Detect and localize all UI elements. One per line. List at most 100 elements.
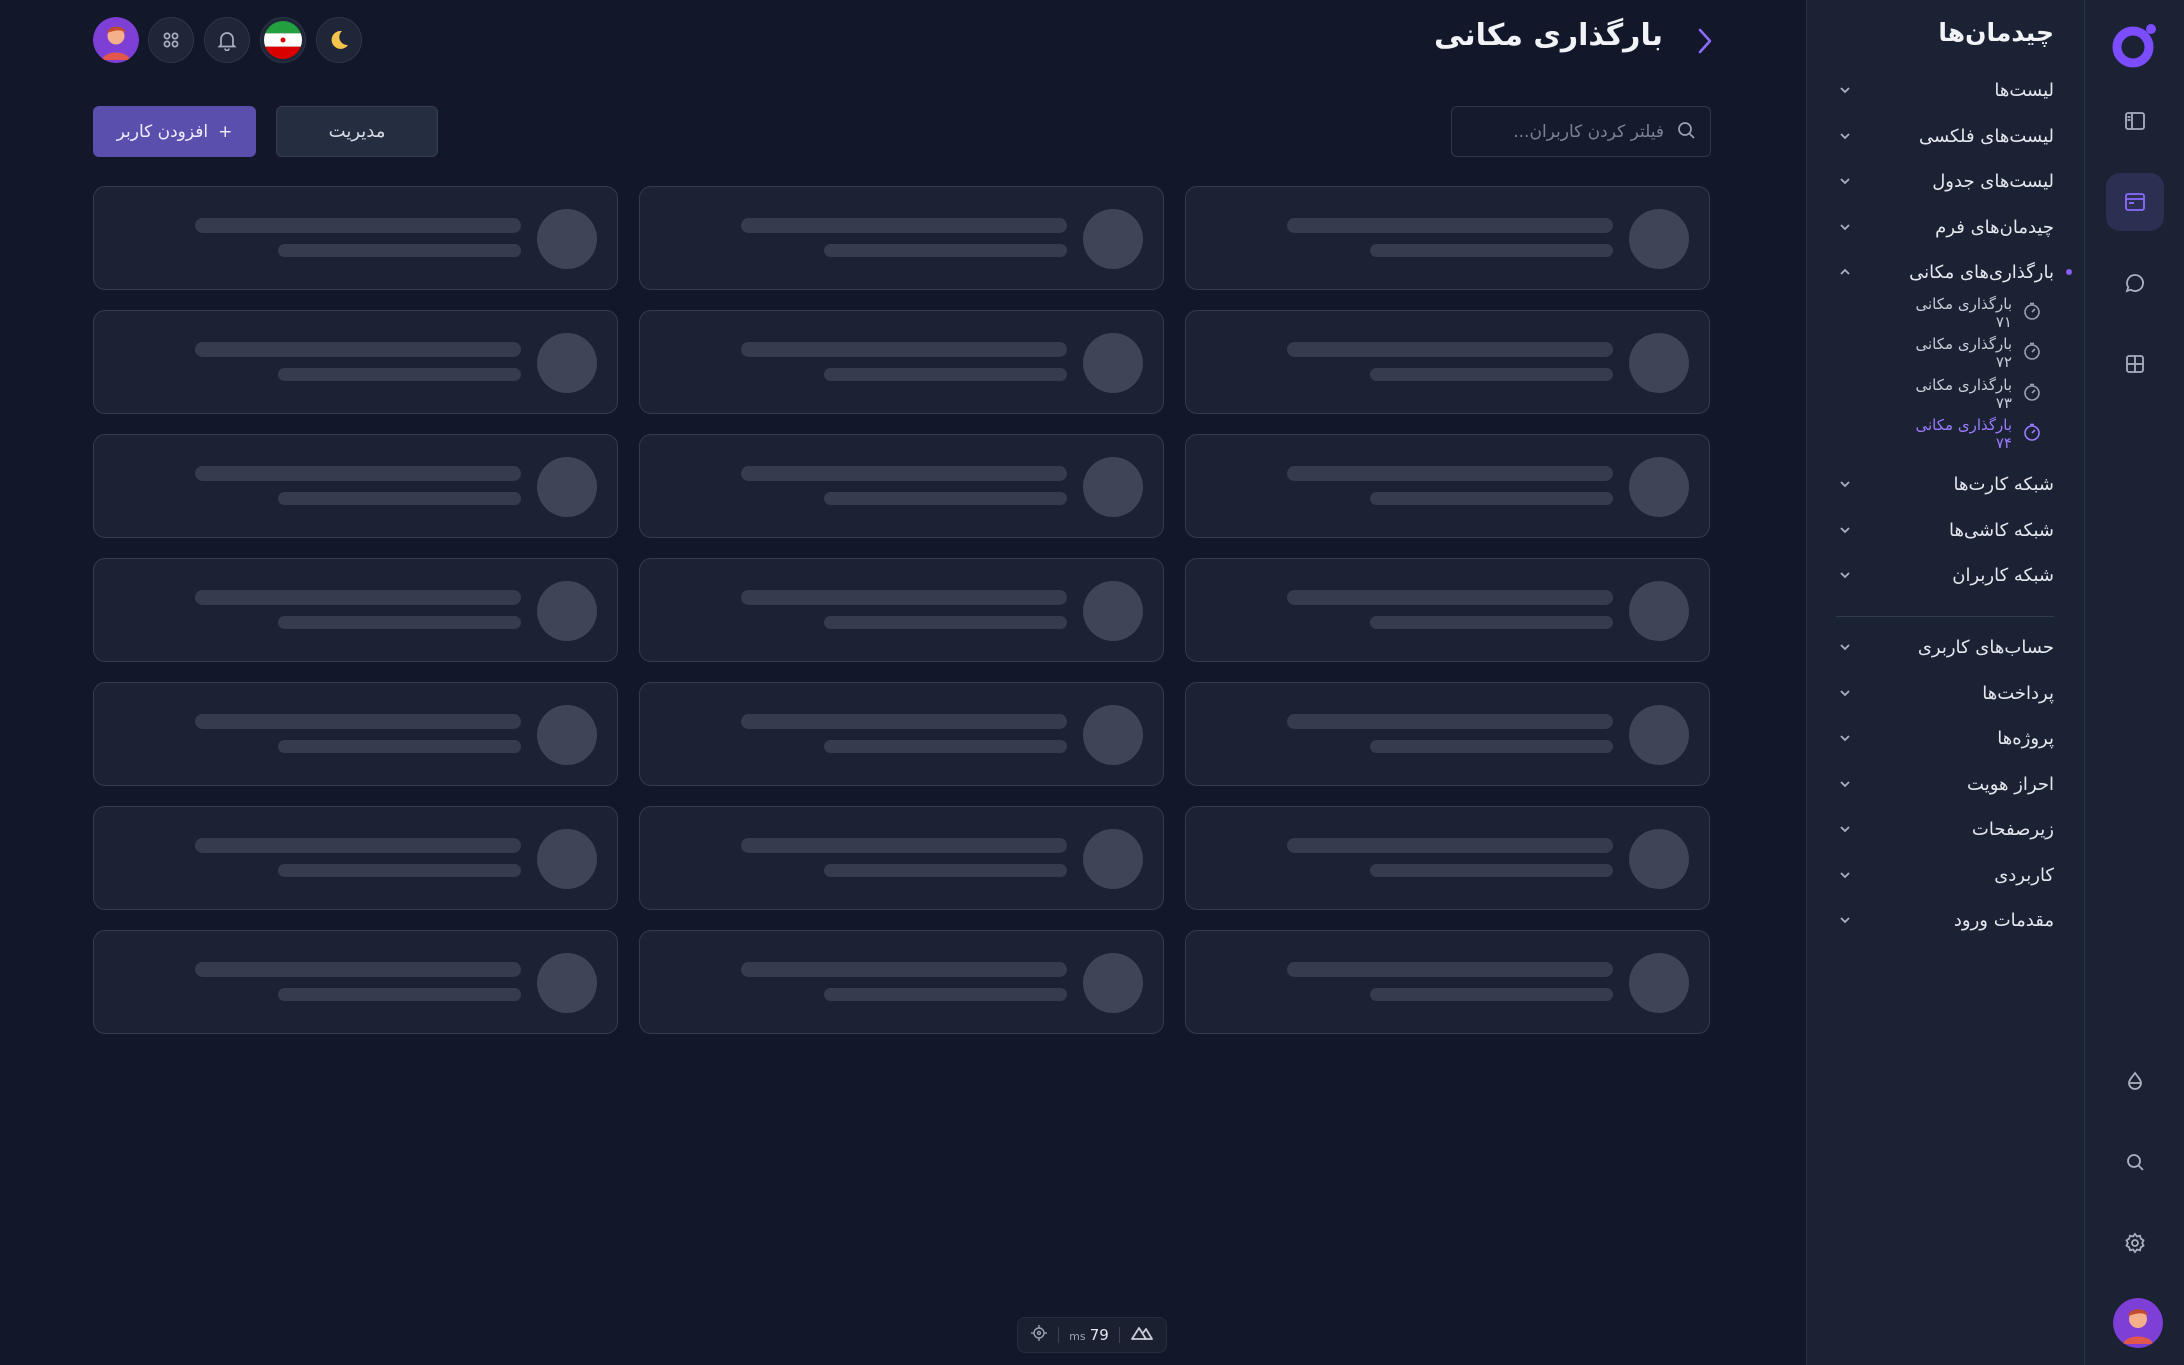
- sidebar-icon[interactable]: [2106, 92, 2164, 150]
- manage-button[interactable]: مدیریت: [276, 106, 438, 157]
- timer-icon: [2022, 382, 2042, 406]
- avatar-placeholder: [1629, 829, 1689, 889]
- name-placeholder: [1287, 466, 1613, 481]
- user-avatar[interactable]: [2113, 1298, 2163, 1348]
- subtitle-placeholder: [278, 244, 521, 257]
- grid-icon[interactable]: [2106, 335, 2164, 393]
- chevron-down-icon: [1836, 81, 1854, 99]
- menu-item-placeloads[interactable]: بارگذاری‌های مکانی: [1836, 252, 2072, 292]
- name-placeholder: [1287, 590, 1613, 605]
- bell-icon[interactable]: [204, 17, 250, 63]
- user-card-skeleton: [93, 806, 618, 910]
- back-chevron-icon[interactable]: [1694, 24, 1716, 58]
- menu-item-label: چیدمان‌های فرم: [1935, 216, 2054, 238]
- user-grid: [93, 186, 1711, 1034]
- subtitle-placeholder: [1370, 740, 1613, 753]
- avatar-placeholder: [1629, 953, 1689, 1013]
- menu-item-subpages[interactable]: زیرصفحات: [1836, 809, 2054, 849]
- search-icon[interactable]: [2106, 1133, 2164, 1191]
- menu-item-accounts[interactable]: حساب‌های کاربری: [1836, 627, 2054, 667]
- menu-item-lists[interactable]: لیست‌ها: [1836, 70, 2054, 110]
- name-placeholder: [195, 962, 521, 977]
- submenu-item-placeload-1[interactable]: بارگذاری مکانی ۷۱: [1902, 295, 2042, 331]
- chevron-down-icon: [1836, 775, 1854, 793]
- menu-item-utility[interactable]: کاربردی: [1836, 855, 2054, 895]
- name-placeholder: [195, 714, 521, 729]
- subtitle-placeholder: [1370, 988, 1613, 1001]
- menu-item-auth[interactable]: احراز هویت: [1836, 764, 2054, 804]
- menu-divider: [1836, 616, 2054, 617]
- user-card-skeleton: [93, 434, 618, 538]
- crosshair-icon[interactable]: [1030, 1324, 1048, 1346]
- menu-item-label: زیرصفحات: [1971, 818, 2054, 840]
- user-card-skeleton: [1185, 930, 1710, 1034]
- layout-icon[interactable]: [2106, 173, 2164, 231]
- user-card-skeleton: [639, 806, 1164, 910]
- menu-item-onboarding[interactable]: مقدمات ورود: [1836, 900, 2054, 940]
- menu-item-label: کاربردی: [1994, 864, 2054, 886]
- timer-icon: [2022, 341, 2042, 365]
- menu-item-card-grid[interactable]: شبکه کارت‌ها: [1836, 464, 2054, 504]
- menu-item-table-lists[interactable]: لیست‌های جدول: [1836, 161, 2054, 201]
- name-placeholder: [195, 838, 521, 853]
- moon-icon[interactable]: [316, 17, 362, 63]
- avatar-placeholder: [1083, 457, 1143, 517]
- drop-icon[interactable]: [2106, 1052, 2164, 1110]
- iran-flag-icon[interactable]: [260, 17, 306, 63]
- avatar-placeholder: [537, 581, 597, 641]
- menu-item-label: لیست‌ها: [1994, 79, 2054, 101]
- subtitle-placeholder: [278, 616, 521, 629]
- menu-item-label: شبکه کاربران: [1952, 564, 2054, 586]
- menu-item-label: حساب‌های کاربری: [1917, 636, 2054, 658]
- apps-grid-icon[interactable]: [148, 17, 194, 63]
- divider: [1058, 1327, 1060, 1343]
- layouts-menu: چیدمان‌ها لیست‌ها لیست‌های فلکسی لیست‌ها…: [1806, 0, 2084, 1365]
- submenu-label: بارگذاری مکانی ۷۲: [1915, 335, 2013, 371]
- search-input[interactable]: [1484, 121, 1664, 142]
- avatar-placeholder: [1629, 209, 1689, 269]
- chevron-down-icon: [1836, 820, 1854, 838]
- name-placeholder: [195, 342, 521, 357]
- add-user-button[interactable]: + افزودن کاربر: [93, 106, 256, 157]
- perf-badge[interactable]: ms 79: [1017, 1317, 1167, 1353]
- submenu-item-placeload-2[interactable]: بارگذاری مکانی ۷۲: [1902, 335, 2042, 371]
- logo-icon[interactable]: [2109, 19, 2161, 71]
- menu-item-label: لیست‌های جدول: [1932, 170, 2054, 192]
- chevron-down-icon: [1836, 911, 1854, 929]
- name-placeholder: [741, 962, 1067, 977]
- user-card-skeleton: [1185, 434, 1710, 538]
- app-root: چیدمان‌ها لیست‌ها لیست‌های فلکسی لیست‌ها…: [0, 0, 2184, 1365]
- menu-item-tile-grid[interactable]: شبکه کاشی‌ها: [1836, 510, 2054, 550]
- submenu-item-placeload-4[interactable]: بارگذاری مکانی ۷۴: [1902, 416, 2042, 452]
- menu-item-user-grid[interactable]: شبکه کاربران: [1836, 555, 2054, 595]
- user-card-skeleton: [1185, 310, 1710, 414]
- chevron-down-icon: [1836, 127, 1854, 145]
- user-card-skeleton: [93, 186, 618, 290]
- avatar-placeholder: [1083, 581, 1143, 641]
- subtitle-placeholder: [278, 492, 521, 505]
- user-card-skeleton: [93, 930, 618, 1034]
- user-card-skeleton: [1185, 682, 1710, 786]
- chevron-down-icon: [1836, 218, 1854, 236]
- menu-item-projects[interactable]: پروژه‌ها: [1836, 718, 2054, 758]
- menu-item-form-layouts[interactable]: چیدمان‌های فرم: [1836, 207, 2054, 247]
- user-avatar[interactable]: [93, 17, 139, 63]
- chat-icon[interactable]: [2106, 254, 2164, 312]
- gear-icon[interactable]: [2106, 1214, 2164, 1272]
- subtitle-placeholder: [824, 244, 1067, 257]
- chevron-down-icon: [1836, 866, 1854, 884]
- search-box: [1451, 106, 1711, 157]
- submenu-item-placeload-3[interactable]: بارگذاری مکانی ۷۳: [1902, 376, 2042, 412]
- menu-item-payments[interactable]: پرداخت‌ها: [1836, 673, 2054, 713]
- menu-title: چیدمان‌ها: [1938, 18, 2054, 47]
- search-icon: [1676, 120, 1696, 144]
- subtitle-placeholder: [1370, 616, 1613, 629]
- nuxt-logo-icon[interactable]: [1130, 1325, 1154, 1345]
- name-placeholder: [741, 218, 1067, 233]
- subtitle-placeholder: [1370, 368, 1613, 381]
- user-card-skeleton: [639, 558, 1164, 662]
- menu-item-flex-lists[interactable]: لیست‌های فلکسی: [1836, 116, 2054, 156]
- menu-item-label: شبکه کارت‌ها: [1953, 473, 2055, 495]
- chevron-down-icon: [1836, 638, 1854, 656]
- chevron-down-icon: [1836, 172, 1854, 190]
